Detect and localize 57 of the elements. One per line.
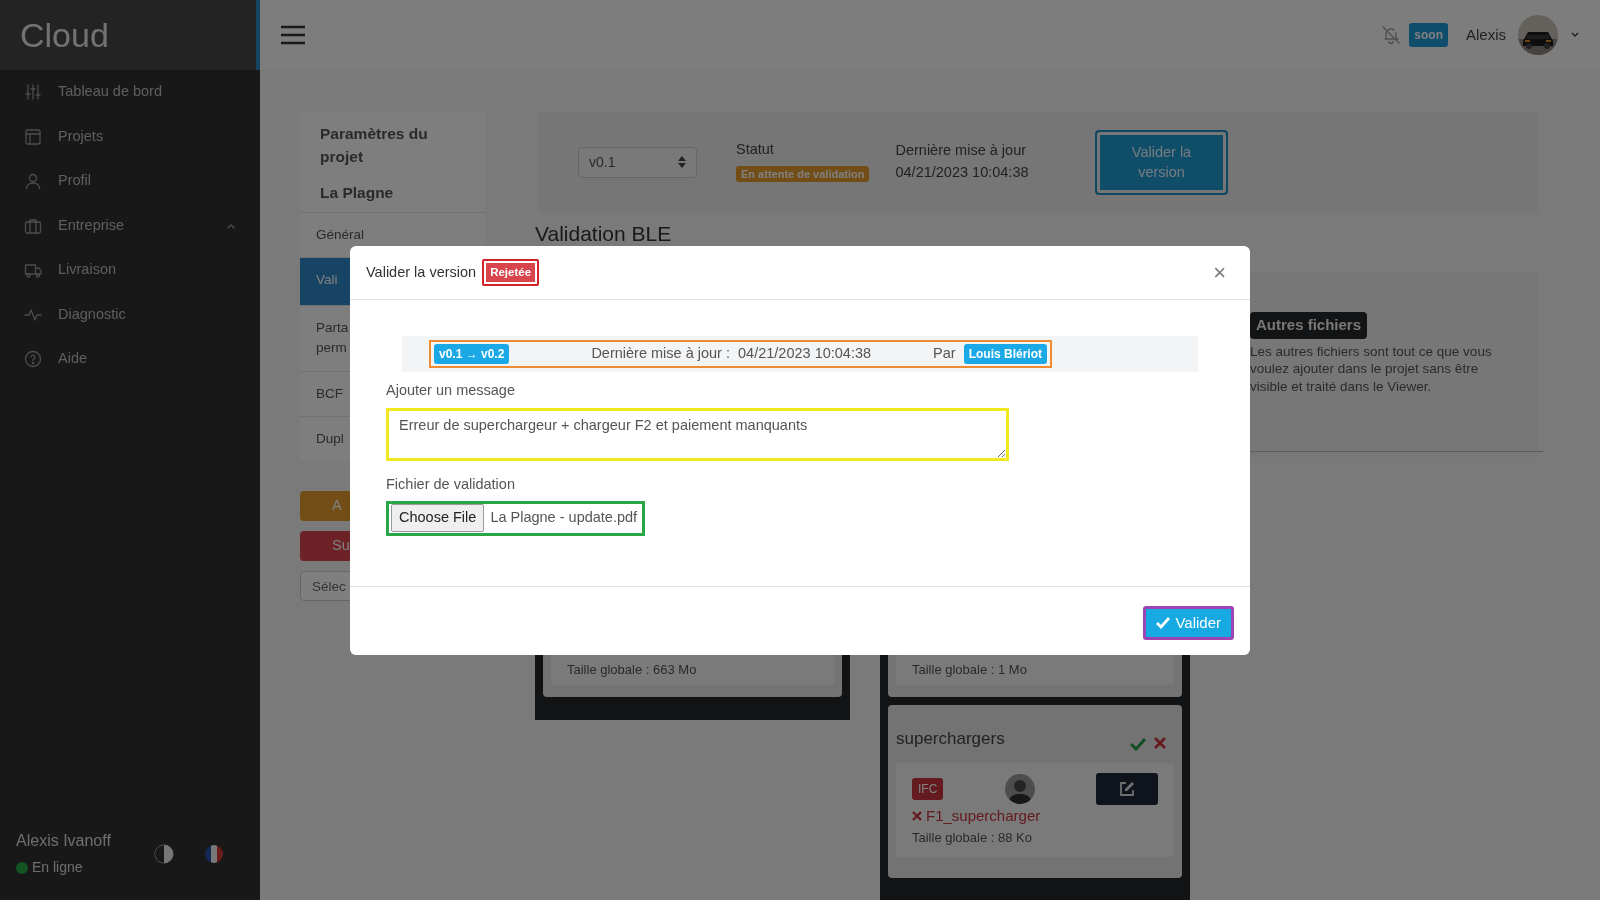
flag-icon[interactable] xyxy=(204,843,224,864)
field-label: Fichier de validation xyxy=(386,474,516,494)
sidebar-item[interactable]: Projets xyxy=(0,114,260,159)
date-label: Dernière mise à jour xyxy=(895,141,1028,161)
panel-title: Paramètres du projet xyxy=(319,124,429,168)
author-badge: Louis Blériot xyxy=(963,344,1047,364)
modal-title: Valider la version xyxy=(366,262,477,282)
sidebar-item[interactable]: Diagnostic xyxy=(0,292,260,337)
briefcase-icon xyxy=(24,216,42,235)
close-button[interactable]: × xyxy=(1205,261,1234,284)
file-size: Taille globale : 1 Mo xyxy=(912,661,1027,677)
close-icon[interactable] xyxy=(1154,737,1166,749)
check-icon xyxy=(1156,617,1171,629)
group-name: superchargers xyxy=(896,727,1005,750)
sidebar-item[interactable]: Profil xyxy=(0,159,260,204)
file-name[interactable]: F1_supercharger xyxy=(912,805,1158,828)
version-badge: v0.1 → v0.2 xyxy=(434,344,510,364)
soon-badge: soon xyxy=(1409,23,1448,47)
theme-toggle-icon[interactable] xyxy=(154,843,174,864)
bell-off-icon[interactable] xyxy=(1381,25,1402,45)
edit-button[interactable] xyxy=(1096,773,1158,805)
file-type-badge: IFC xyxy=(912,778,944,800)
sliders-icon xyxy=(24,83,42,102)
status-badge: Rejetée xyxy=(482,258,540,287)
help-icon xyxy=(24,350,42,369)
description-text: Les autres fichiers sont tout ce que vous voulez ajouter dans le projet sans être visible et traité dans le Viewer. xyxy=(1250,342,1493,396)
file-input[interactable]: Choose File La Plagne - update.pdf xyxy=(386,500,646,536)
edit-icon xyxy=(1118,780,1136,798)
project-name: La Plagne xyxy=(319,182,395,203)
update-text: Dernière mise à jour : 04/21/2023 10:04:38 xyxy=(590,344,873,364)
chevron-down-icon xyxy=(1570,30,1580,40)
file-size: Taille globale : 663 Mo xyxy=(567,661,697,677)
user-name[interactable]: Alexis xyxy=(1466,23,1506,47)
user-icon xyxy=(24,172,42,191)
message-field[interactable]: Erreur de superchargeur + chargeur F2 et paiement manquants xyxy=(386,407,1009,461)
check-icon[interactable] xyxy=(1130,737,1146,751)
submit-button[interactable]: Valider xyxy=(1143,606,1234,640)
sidebar-item[interactable]: Aide xyxy=(0,337,260,382)
status-text: En ligne xyxy=(32,858,83,877)
sort-icon xyxy=(678,156,686,168)
status-badge: En attente de validation xyxy=(736,165,870,182)
by-label: Par xyxy=(933,344,956,364)
user-name: Alexis Ivanoff xyxy=(16,831,112,851)
field-label: Ajouter un message xyxy=(386,381,516,400)
validate-button[interactable]: Valider la version xyxy=(1095,129,1228,195)
menu-icon[interactable] xyxy=(280,25,306,45)
section-title: Validation BLE xyxy=(535,221,673,246)
date-text: 04/21/2023 10:04:38 xyxy=(895,163,1029,182)
layout-icon xyxy=(24,127,42,146)
version-select[interactable]: v0.1 xyxy=(578,146,697,178)
truck-icon xyxy=(24,261,42,280)
sidebar-item[interactable]: Tableau de bord xyxy=(0,70,260,115)
section-badge: Autres fichiers xyxy=(1250,312,1368,339)
sidebar-item[interactable]: Entreprise xyxy=(0,203,260,248)
sidebar-item[interactable]: Livraison xyxy=(0,248,260,293)
file-size: Taille globale : 88 Ko xyxy=(912,828,1033,847)
status-label: Statut xyxy=(736,140,775,160)
